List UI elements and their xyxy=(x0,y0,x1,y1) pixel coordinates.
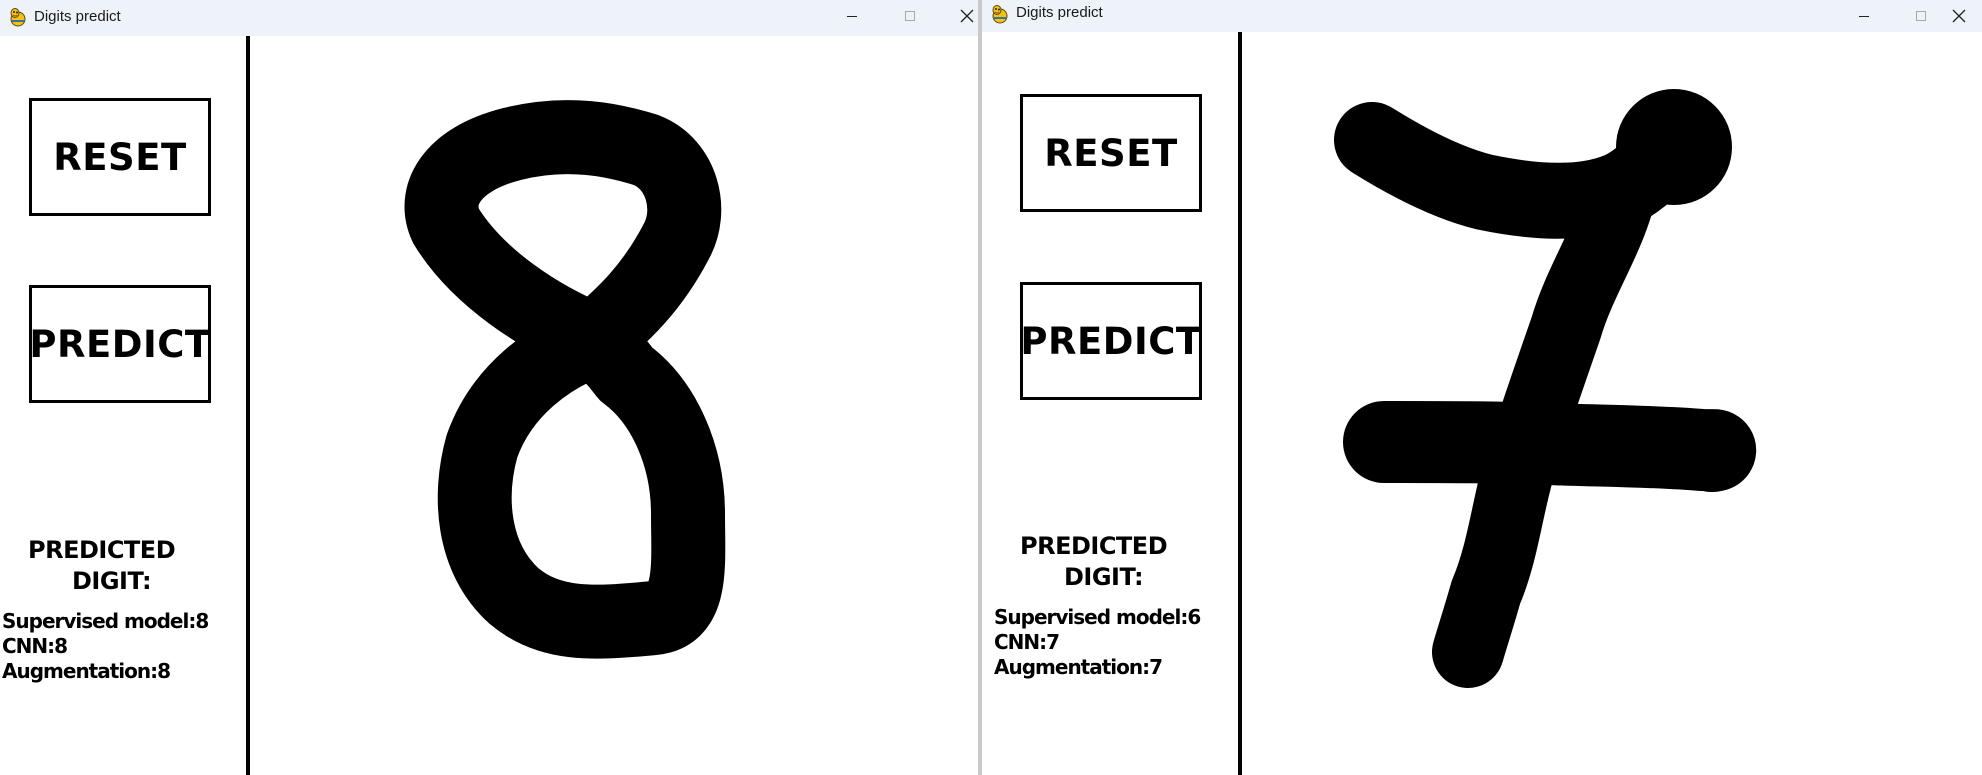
maximize-icon xyxy=(1915,10,1927,22)
reset-button[interactable]: RESET xyxy=(29,98,211,216)
predicted-digit-heading: PREDICTED DIGIT: xyxy=(1020,531,1168,593)
predicted-heading-line1: PREDICTED xyxy=(1020,532,1168,560)
minimize-button[interactable] xyxy=(1841,0,1887,32)
supervised-model-result: Supervised model:8 xyxy=(2,609,209,633)
close-button[interactable] xyxy=(1936,0,1982,32)
handwritten-digit-8 xyxy=(404,100,726,659)
cnn-result: CNN:7 xyxy=(994,630,1060,654)
minimize-icon xyxy=(846,10,858,22)
app-window-right: Digits predict RESET PREDICT PREDICTED D… xyxy=(982,0,1982,775)
desktop-screen: Digits predict RESET PREDICT PREDICTED D… xyxy=(0,0,1982,775)
minimize-button[interactable] xyxy=(829,0,875,32)
window-title: Digits predict xyxy=(1016,4,1103,21)
pygame-snake-icon xyxy=(8,7,28,27)
predict-button[interactable]: PREDICT xyxy=(29,285,211,403)
app-window-left: Digits predict RESET PREDICT PREDICTED D… xyxy=(0,0,978,775)
title-bar[interactable]: Digits predict xyxy=(0,0,978,36)
close-icon xyxy=(960,9,974,23)
drawing-canvas[interactable] xyxy=(1242,32,1982,775)
predicted-heading-line2: DIGIT: xyxy=(72,567,152,595)
title-bar[interactable]: Digits predict xyxy=(982,0,1982,32)
augmentation-result: Augmentation:7 xyxy=(994,655,1163,679)
maximize-button[interactable] xyxy=(887,0,933,32)
minimize-icon xyxy=(1858,10,1870,22)
predict-button[interactable]: PREDICT xyxy=(1020,282,1202,400)
pygame-snake-icon xyxy=(990,4,1010,24)
predicted-heading-line1: PREDICTED xyxy=(28,536,176,564)
cnn-result: CNN:8 xyxy=(2,634,68,658)
handwritten-digit-7 xyxy=(1334,89,1757,688)
drawing-canvas[interactable] xyxy=(250,36,978,775)
close-icon xyxy=(1952,9,1966,23)
window-title: Digits predict xyxy=(34,8,121,25)
predicted-heading-line2: DIGIT: xyxy=(1064,563,1144,591)
reset-button[interactable]: RESET xyxy=(1020,94,1202,212)
close-button[interactable] xyxy=(944,0,978,32)
predicted-digit-heading: PREDICTED DIGIT: xyxy=(28,535,176,597)
maximize-icon xyxy=(904,10,916,22)
supervised-model-result: Supervised model:6 xyxy=(994,605,1201,629)
augmentation-result: Augmentation:8 xyxy=(2,659,171,683)
